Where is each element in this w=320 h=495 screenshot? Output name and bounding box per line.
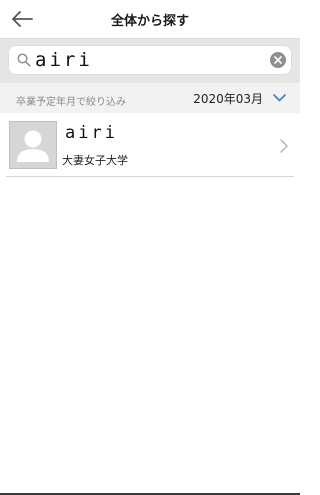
search-input[interactable]: [35, 48, 265, 72]
chevron-right-icon: [280, 139, 288, 153]
clear-icon: [274, 56, 282, 64]
search-area: [0, 39, 300, 83]
list-item[interactable]: airi 大妻女子大学: [6, 118, 294, 177]
page-title: 全体から探す: [110, 14, 189, 29]
search-icon: [17, 53, 31, 67]
clear-search-button[interactable]: [270, 52, 286, 68]
filter-label: 卒業予定年月で絞り込み: [16, 97, 126, 108]
avatar: [9, 121, 57, 169]
filter-selected-value: 2020年03月: [193, 91, 263, 106]
graduation-date-select[interactable]: 2020年03月: [193, 87, 286, 109]
nav-bar: 全体から探す: [0, 0, 300, 39]
avatar-placeholder-icon: [17, 130, 49, 162]
result-name: airi: [65, 123, 118, 143]
search-box[interactable]: [8, 45, 292, 75]
chevron-down-icon: [273, 94, 286, 102]
graduation-filter-bar: 卒業予定年月で絞り込み 2020年03月: [0, 83, 300, 113]
result-school: 大妻女子大学: [62, 154, 128, 167]
